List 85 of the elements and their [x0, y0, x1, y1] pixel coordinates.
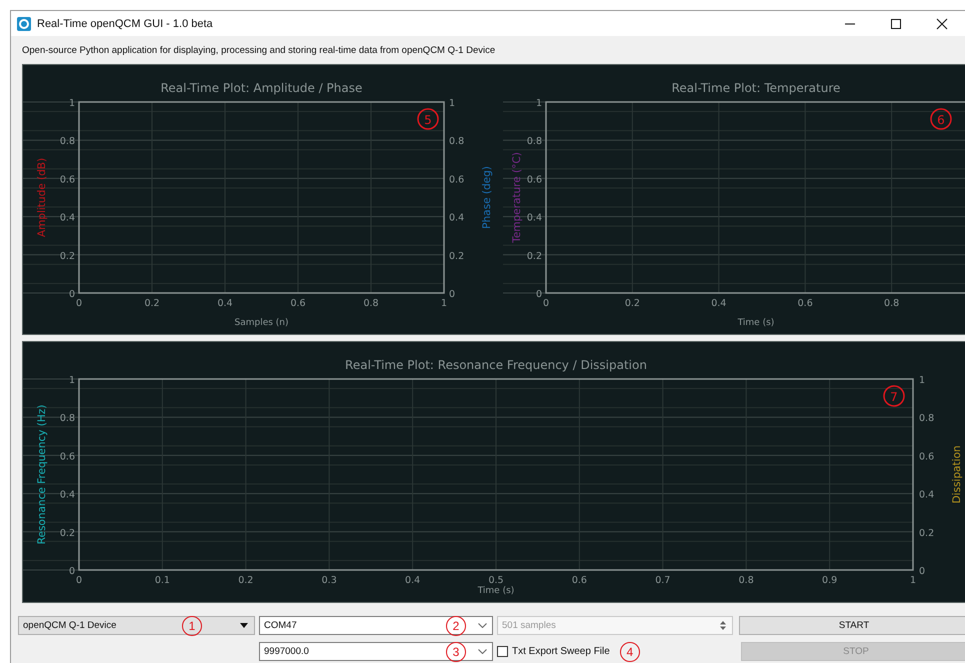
checkbox[interactable] [497, 646, 508, 657]
tick-label: 0.2 [526, 250, 542, 262]
tick-label: 0.2 [60, 528, 75, 539]
tick-label: 0.4 [217, 298, 233, 309]
tick-label: 0.4 [449, 212, 464, 224]
spin-arrows-icon [720, 621, 726, 630]
callout-marker: 2 [446, 616, 466, 636]
tick-label: 0.6 [572, 575, 587, 586]
tick-label: 0.5 [488, 575, 504, 586]
tick-label: 0.2 [624, 298, 640, 309]
axis-label: Amplitude (dB) [36, 158, 48, 238]
tick-label: 0.7 [655, 575, 670, 586]
tick-label: 0.8 [363, 298, 379, 309]
callout-marker: 1 [182, 616, 202, 636]
dropdown-arrow-icon [240, 623, 248, 628]
tick-label: 0 [536, 289, 542, 300]
tick-label: 0.6 [60, 451, 75, 462]
axis-label: Time (s) [738, 318, 774, 328]
checkbox-label: Txt Export Sweep File [512, 646, 610, 657]
axis-label: Time (s) [478, 586, 514, 596]
tick-label: 0.2 [238, 575, 254, 586]
tick-label: 0.8 [738, 575, 754, 586]
tick-label: 0.4 [60, 490, 75, 501]
tick-label: 1 [68, 98, 75, 109]
plot-title: Real-Time Plot: Resonance Frequency / Dissipation [345, 358, 647, 372]
tick-label: 0.4 [711, 298, 726, 309]
callout-marker: 7 [883, 385, 905, 407]
tick-label: 0.4 [919, 490, 934, 501]
callout-marker: 5 [417, 108, 439, 130]
tick-label: 0.6 [449, 174, 464, 186]
tick-label: 0.6 [60, 174, 75, 186]
chevron-down-icon [478, 649, 487, 654]
tick-label: 0.8 [919, 413, 934, 424]
tick-label: 0 [76, 575, 82, 586]
tick-label: 1 [536, 98, 542, 109]
tick-label: 0 [919, 566, 926, 577]
axis-label: Temperature (°C) [511, 152, 523, 243]
plot-title: Real-Time Plot: Temperature [672, 81, 840, 95]
tick-label: 0.4 [60, 212, 75, 224]
callout-marker: 3 [446, 642, 466, 662]
tick-label: 0.2 [449, 250, 464, 262]
frequency-dropdown[interactable]: 9997000.0 3 [259, 642, 493, 661]
tick-label: 1 [440, 298, 448, 309]
tick-label: 0.6 [919, 451, 934, 462]
tick-label: 1 [910, 575, 916, 586]
tick-label: 0 [68, 566, 75, 577]
axis-label: Resonance Frequency (Hz) [36, 404, 48, 544]
tick-label: 0.6 [526, 174, 542, 186]
maximize-icon[interactable] [890, 18, 902, 30]
tick-label: 0.8 [449, 136, 464, 148]
tick-label: 1 [449, 98, 456, 109]
tick-label: 0 [449, 289, 456, 300]
tick-label: 0.8 [526, 136, 542, 148]
tick-label: 0.4 [405, 575, 420, 586]
chevron-down-icon [478, 623, 487, 628]
axis-label: Samples (n) [234, 318, 289, 328]
tick-label: 0 [76, 298, 82, 309]
callout-marker: 4 [620, 642, 640, 662]
plot-title: Real-Time Plot: Amplitude / Phase [160, 81, 362, 95]
port-dropdown[interactable]: COM47 2 [259, 616, 493, 635]
tick-label: 0.9 [822, 575, 838, 586]
tick-label: 0.6 [798, 298, 813, 309]
tick-label: 0.2 [144, 298, 160, 309]
app-icon [17, 16, 31, 30]
tick-label: 0.1 [154, 575, 170, 586]
description-text: Open-source Python application for displaying, processing and storing real-time data from openQCM Q-1 Device [21, 44, 496, 58]
axis-label: Dissipation [951, 445, 963, 504]
tick-label: 0.8 [60, 413, 75, 424]
axis-label: Phase (deg) [481, 166, 493, 229]
tick-label: 1 [919, 375, 926, 386]
tick-label: 0.8 [884, 298, 900, 309]
window-title: Real-Time openQCM GUI - 1.0 beta [37, 18, 213, 30]
callout-marker: 6 [930, 108, 952, 130]
close-icon[interactable] [936, 18, 948, 30]
start-button[interactable]: START [739, 616, 965, 635]
tick-label: 0.6 [290, 298, 306, 309]
tick-label: 0.8 [60, 136, 75, 148]
tick-label: 1 [68, 375, 75, 386]
tick-label: 0.3 [322, 575, 337, 586]
device-dropdown[interactable]: openQCM Q-1 Device 1 [18, 616, 255, 635]
tick-label: 0.2 [919, 528, 934, 539]
tick-label: 0.2 [60, 250, 75, 262]
tick-label: 0 [542, 298, 550, 309]
tick-label: 0 [68, 289, 75, 300]
tick-label: 0.4 [526, 212, 542, 224]
